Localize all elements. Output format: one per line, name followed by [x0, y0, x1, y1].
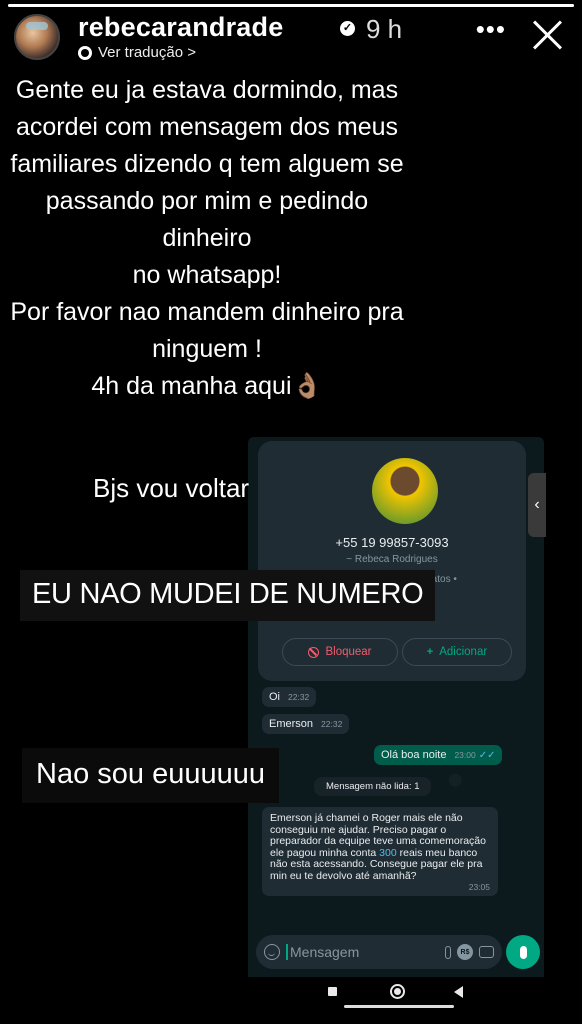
- translate-link[interactable]: Ver tradução >: [78, 44, 196, 61]
- sticker-text-bjs: Bjs vou voltar: [93, 473, 250, 503]
- story-progress-fill: [8, 4, 574, 7]
- camera-icon: [479, 946, 494, 958]
- gesture-bar: [344, 1005, 454, 1008]
- sticker-text-numero: EU NAO MUDEI DE NUMERO: [20, 570, 436, 621]
- caption-line: Gente eu ja estava dormindo, mas: [15, 76, 399, 104]
- message-time: 23:00: [454, 750, 476, 760]
- verified-badge-icon: ✓: [340, 21, 355, 36]
- block-label: Bloquear: [325, 646, 372, 658]
- whatsapp-screenshot: +55 19 99857-3093 ~ Rebeca Rodrigues Não…: [248, 437, 544, 1009]
- unread-divider: Mensagem não lida: 1: [314, 777, 432, 796]
- caption-line: 4h da manha aqui👌🏽: [91, 372, 323, 400]
- contact-photo: [372, 458, 438, 524]
- story-header: rebecarandrade ✓ 9 h Ver tradução > •••: [14, 12, 568, 61]
- more-options-icon[interactable]: •••: [476, 16, 506, 42]
- emoji-icon: [264, 944, 280, 960]
- story-progress-bar: [8, 4, 574, 7]
- add-user-icon: +: [426, 646, 434, 658]
- message-number: 300: [379, 846, 397, 859]
- message-bubble: Oi 22:32: [262, 687, 317, 707]
- attach-icon: [445, 945, 451, 959]
- home-icon: [390, 984, 405, 999]
- message-time: 22:32: [321, 719, 343, 729]
- payment-icon: R$: [457, 944, 473, 960]
- message-time: 23:05: [468, 881, 490, 892]
- username[interactable]: rebecarandrade: [78, 12, 283, 43]
- message-input: Mensagem: [286, 944, 439, 960]
- sticker-text-nao-sou: Nao sou euuuuuu: [22, 748, 279, 803]
- post-time: 9 h: [366, 14, 403, 44]
- read-ticks-icon: ✓✓: [478, 750, 496, 761]
- globe-icon: [78, 45, 92, 60]
- contact-name: ~ Rebeca Rodrigues: [346, 554, 438, 565]
- message-composer: Mensagem R$: [256, 935, 502, 969]
- mic-button: [506, 935, 540, 969]
- avatar[interactable]: [14, 14, 60, 60]
- contact-card: +55 19 99857-3093 ~ Rebeca Rodrigues Não…: [258, 441, 526, 681]
- message-text: Oi: [269, 691, 280, 703]
- message-bubble: Emerson 22:32: [262, 714, 350, 734]
- chevron-left-icon[interactable]: ‹: [528, 473, 546, 537]
- message-text: Emerson: [269, 718, 314, 730]
- caption-line: Por favor nao mandem dinheiro pra: [10, 298, 404, 326]
- story-caption: Gente eu ja estava dormindo, mas acordei…: [0, 72, 414, 405]
- caption-line: no whatsapp!: [132, 261, 282, 289]
- message-bubble: Emerson já chamei o Roger mais ele não c…: [262, 807, 498, 896]
- android-nav-bar: [248, 977, 544, 1009]
- caption-line: familiares dizendo q tem alguem se: [10, 150, 404, 178]
- caption-line: acordei com mensagem dos meus: [15, 113, 399, 141]
- add-contact-button: + Adicionar: [402, 638, 512, 666]
- block-icon: [308, 646, 320, 658]
- add-label: Adicionar: [439, 646, 488, 658]
- message-time: 22:32: [288, 692, 310, 702]
- caption-line: ninguem !: [152, 335, 262, 363]
- close-icon[interactable]: [530, 18, 564, 52]
- message-bubble-outgoing: Olá boa noite 23:00 ✓✓: [374, 745, 503, 765]
- caption-line: passando por mim e pedindo dinheiro: [45, 187, 369, 252]
- block-button: Bloquear: [282, 638, 398, 666]
- contact-phone: +55 19 99857-3093: [335, 535, 449, 550]
- back-icon: [454, 986, 463, 998]
- message-text: Olá boa noite: [381, 749, 447, 761]
- mic-icon: [519, 945, 527, 959]
- recents-icon: [328, 987, 337, 996]
- translate-label: Ver tradução >: [98, 44, 196, 61]
